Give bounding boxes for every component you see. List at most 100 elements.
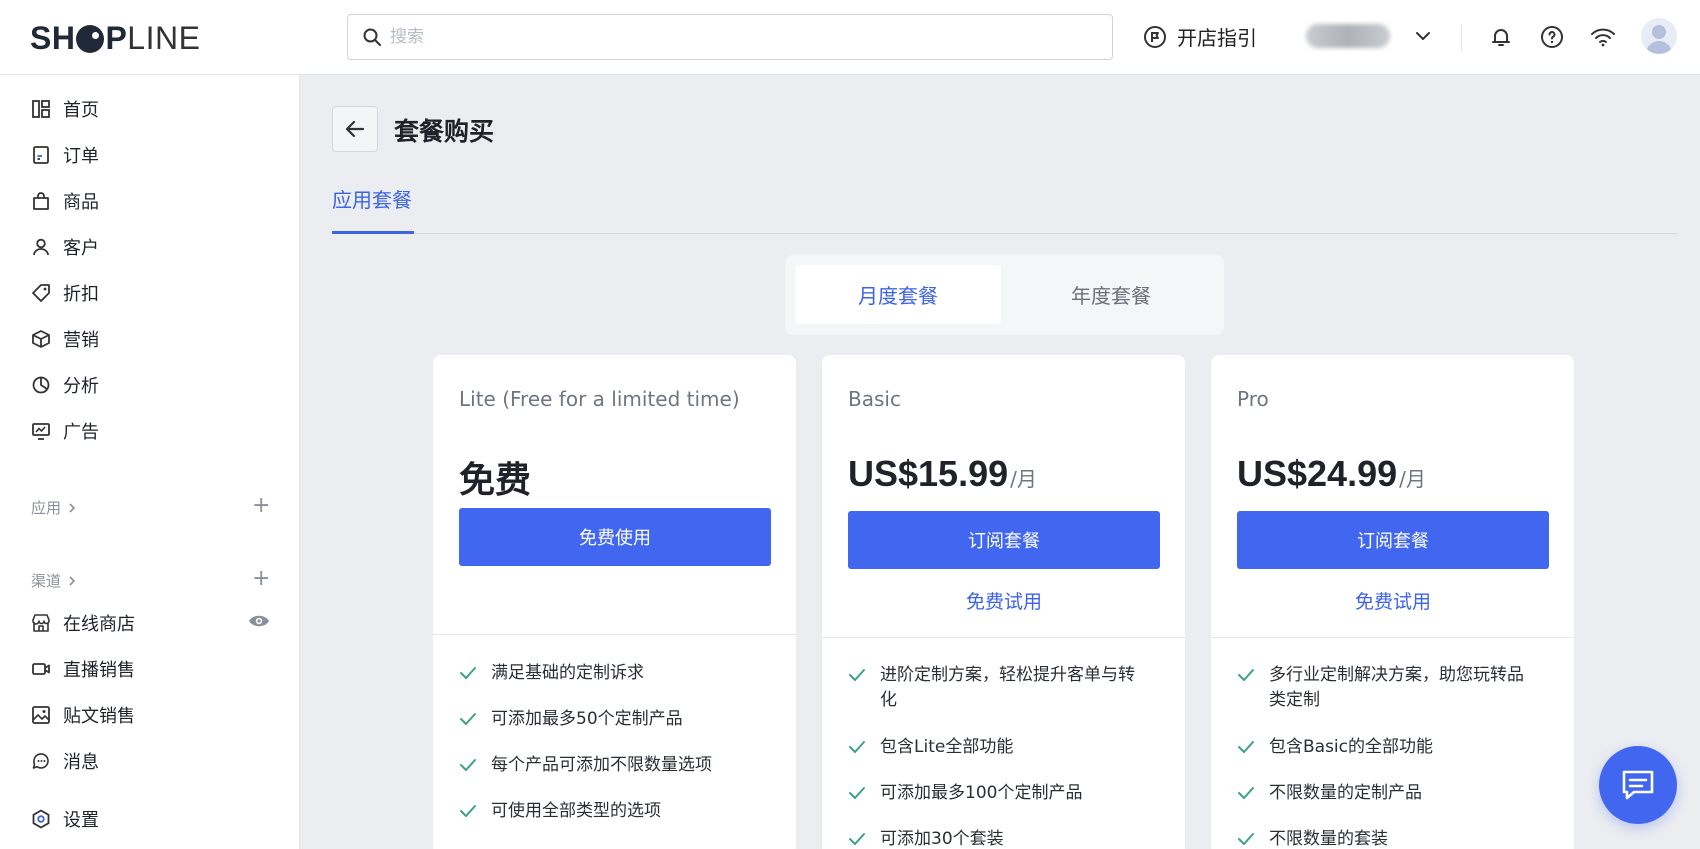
flag-icon <box>1144 25 1166 48</box>
user-icon <box>33 238 49 256</box>
sidebar-item-live-selling[interactable]: 直播销售 <box>31 655 135 683</box>
sidebar: 首页 订单 商品 客户 折扣 营销 分析 广告 应用 + 渠道 + 在线商店 直… <box>0 75 300 849</box>
check-icon <box>849 741 865 753</box>
sidebar-item-label: 设置 <box>63 810 99 831</box>
plan-card-lite: Lite (Free for a limited time) 免费 免费使用 满… <box>433 355 796 849</box>
feature-text: 可添加最多50个定制产品 <box>491 709 683 729</box>
sidebar-item-label: 首页 <box>63 100 99 121</box>
card-divider <box>1211 637 1574 638</box>
logo-text-end: LINE <box>127 20 201 56</box>
check-icon <box>1238 787 1254 799</box>
plan-price-amount: US$24.99 <box>1237 453 1398 494</box>
feature-item: 可添加30个套装 <box>848 827 1148 849</box>
plan-price-unit: /月 <box>1399 467 1426 491</box>
sidebar-item-analytics[interactable]: 分析 <box>31 371 99 399</box>
feature-text: 包含Lite全部功能 <box>880 737 1014 757</box>
check-icon <box>1238 669 1254 681</box>
feature-text: 可添加最多100个定制产品 <box>880 783 1083 803</box>
notification-bell-icon[interactable] <box>1486 22 1516 52</box>
sidebar-item-post-selling[interactable]: 贴文销售 <box>31 701 135 729</box>
feature-item: 不限数量的定制产品 <box>1237 781 1537 806</box>
feature-item: 可添加最多50个定制产品 <box>459 707 759 732</box>
sidebar-item-label: 营销 <box>63 330 99 351</box>
avatar[interactable] <box>1641 18 1677 54</box>
sidebar-item-settings[interactable]: 设置 <box>31 805 99 833</box>
plan-card-basic: Basic US$15.99 /月 订阅套餐 免费试用 进阶定制方案，轻松提升客… <box>822 355 1185 849</box>
channels-label-text: 渠道 <box>31 572 62 590</box>
sidebar-item-products[interactable]: 商品 <box>31 187 99 215</box>
feature-item: 每个产品可添加不限数量选项 <box>459 753 759 778</box>
sidebar-item-label: 商品 <box>63 192 99 213</box>
sidebar-item-label: 在线商店 <box>63 614 135 635</box>
help-icon[interactable] <box>1537 22 1567 52</box>
check-icon <box>460 713 476 725</box>
message-icon <box>1622 770 1654 800</box>
shopline-logo[interactable]: SH P LINE <box>30 20 200 57</box>
tab-app-plans[interactable]: 应用套餐 <box>332 184 412 213</box>
store-guide-label: 开店指引 <box>1177 26 1257 50</box>
sidebar-item-label: 直播销售 <box>63 660 135 681</box>
search-icon <box>363 28 381 46</box>
wifi-icon[interactable] <box>1588 22 1618 52</box>
feature-text: 可使用全部类型的选项 <box>491 801 661 821</box>
add-app-button[interactable]: + <box>252 495 270 517</box>
feature-text: 每个产品可添加不限数量选项 <box>491 755 712 775</box>
check-icon <box>460 759 476 771</box>
apps-section-label[interactable]: 应用 <box>31 497 77 518</box>
plan-name: Lite (Free for a limited time) <box>459 387 740 411</box>
store-guide-button[interactable]: 开店指引 <box>1143 22 1257 51</box>
yearly-plan-option[interactable]: 年度套餐 <box>1008 265 1214 324</box>
logo-text-start: SH <box>30 20 76 56</box>
chat-support-button[interactable] <box>1599 746 1677 824</box>
order-icon <box>33 146 49 164</box>
feature-text: 满足基础的定制诉求 <box>491 663 644 683</box>
tabs-divider <box>332 233 1678 234</box>
store-name-blurred <box>1306 24 1390 48</box>
logo-text-p: P <box>105 20 128 56</box>
box-icon <box>32 330 50 348</box>
back-button[interactable] <box>332 106 378 152</box>
store-switcher[interactable] <box>1306 24 1432 48</box>
subscribe-button[interactable]: 订阅套餐 <box>848 511 1160 569</box>
feature-item: 满足基础的定制诉求 <box>459 661 759 686</box>
dashboard-icon <box>32 100 50 118</box>
check-icon <box>849 669 865 681</box>
bag-icon <box>33 192 49 210</box>
eye-icon[interactable] <box>248 613 270 629</box>
sidebar-item-customers[interactable]: 客户 <box>31 233 99 261</box>
video-icon <box>32 663 50 675</box>
channels-section-label[interactable]: 渠道 <box>31 570 77 591</box>
sidebar-item-ads[interactable]: 广告 <box>31 417 99 445</box>
sidebar-item-marketing[interactable]: 营销 <box>31 325 99 353</box>
feature-item: 不限数量的套装 <box>1237 827 1537 849</box>
check-icon <box>460 667 476 679</box>
chat-icon <box>32 753 49 769</box>
sidebar-item-orders[interactable]: 订单 <box>31 141 99 169</box>
free-trial-link[interactable]: 免费试用 <box>1237 587 1549 614</box>
check-icon <box>849 833 865 845</box>
active-tab-indicator <box>332 231 414 234</box>
sidebar-item-online-store[interactable]: 在线商店 <box>31 609 135 637</box>
sidebar-item-label: 客户 <box>63 238 99 259</box>
plan-price: US$15.99 /月 <box>848 453 1037 495</box>
feature-text: 可添加30个套装 <box>880 829 1004 849</box>
card-divider <box>822 637 1185 638</box>
sidebar-item-messages[interactable]: 消息 <box>31 747 99 775</box>
settings-icon <box>32 809 50 829</box>
free-use-button[interactable]: 免费使用 <box>459 508 771 566</box>
pie-chart-icon <box>32 376 50 394</box>
billing-period-toggle: 月度套餐 年度套餐 <box>785 255 1224 335</box>
subscribe-button[interactable]: 订阅套餐 <box>1237 511 1549 569</box>
sidebar-item-home[interactable]: 首页 <box>31 95 99 123</box>
free-trial-link[interactable]: 免费试用 <box>848 587 1160 614</box>
monthly-plan-option[interactable]: 月度套餐 <box>795 265 1001 324</box>
sidebar-item-label: 贴文销售 <box>63 706 135 727</box>
search-box[interactable] <box>347 14 1113 60</box>
add-channel-button[interactable]: + <box>252 568 270 590</box>
sidebar-item-label: 折扣 <box>63 284 99 305</box>
plan-price-unit: /月 <box>1010 467 1037 491</box>
feature-text: 不限数量的定制产品 <box>1269 783 1422 803</box>
feature-item: 进阶定制方案，轻松提升客单与转化 <box>848 663 1148 713</box>
sidebar-item-discounts[interactable]: 折扣 <box>31 279 99 307</box>
search-input[interactable] <box>390 27 1090 47</box>
